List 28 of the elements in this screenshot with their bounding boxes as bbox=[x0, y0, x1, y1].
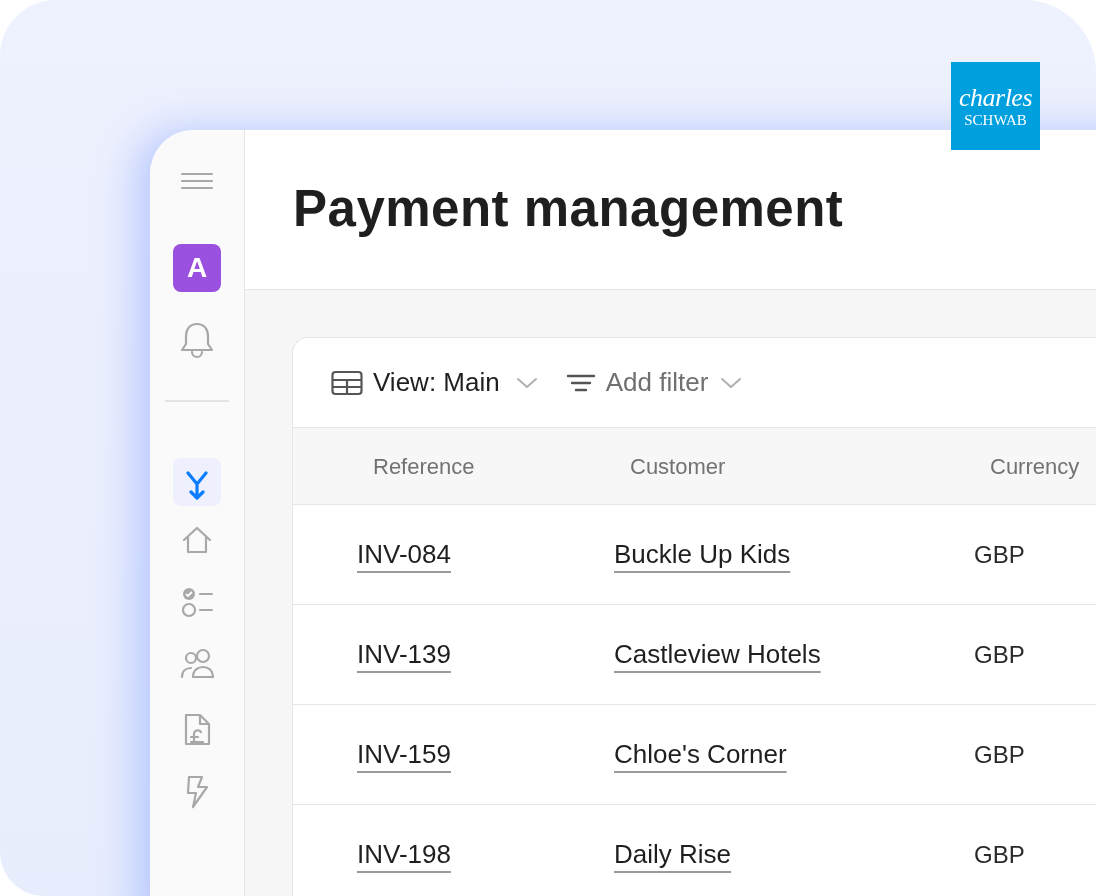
nav-item[interactable] bbox=[173, 458, 221, 506]
page-title: Payment management bbox=[293, 179, 844, 240]
menu-icon[interactable] bbox=[180, 170, 214, 192]
column-header[interactable]: Currency bbox=[990, 453, 1080, 479]
column-header[interactable]: Customer bbox=[630, 453, 726, 479]
table-cell: GBP bbox=[974, 540, 1025, 568]
filter-icon bbox=[565, 372, 596, 393]
customer-link[interactable]: Chloe's Corner bbox=[614, 739, 787, 769]
column-header[interactable]: Reference bbox=[373, 453, 475, 479]
logo-text: SCHWAB bbox=[964, 112, 1027, 128]
table-cell: GBP bbox=[974, 740, 1025, 768]
customer-link[interactable]: Castleview Hotels bbox=[614, 639, 821, 669]
caret-icon bbox=[720, 376, 743, 389]
view-dropdown[interactable]: View: Main bbox=[373, 363, 500, 402]
reference-link[interactable]: INV-084 bbox=[357, 539, 451, 569]
customer-link[interactable]: Daily Rise bbox=[614, 839, 732, 869]
reference-link[interactable]: INV-139 bbox=[357, 639, 451, 669]
customer-link[interactable]: Buckle Up Kids bbox=[614, 539, 791, 569]
reference-link[interactable]: INV-198 bbox=[357, 839, 451, 869]
caret-icon bbox=[515, 376, 538, 389]
table-cell: GBP bbox=[974, 640, 1025, 668]
bell-icon[interactable] bbox=[178, 320, 216, 360]
table-cell: GBP bbox=[974, 840, 1025, 868]
logo-text: charles bbox=[958, 84, 1032, 111]
avatar[interactable]: A bbox=[173, 244, 221, 292]
table-icon bbox=[331, 369, 363, 396]
add-filter-dropdown[interactable]: Add filter bbox=[605, 363, 709, 402]
reference-link[interactable]: INV-159 bbox=[357, 739, 451, 769]
